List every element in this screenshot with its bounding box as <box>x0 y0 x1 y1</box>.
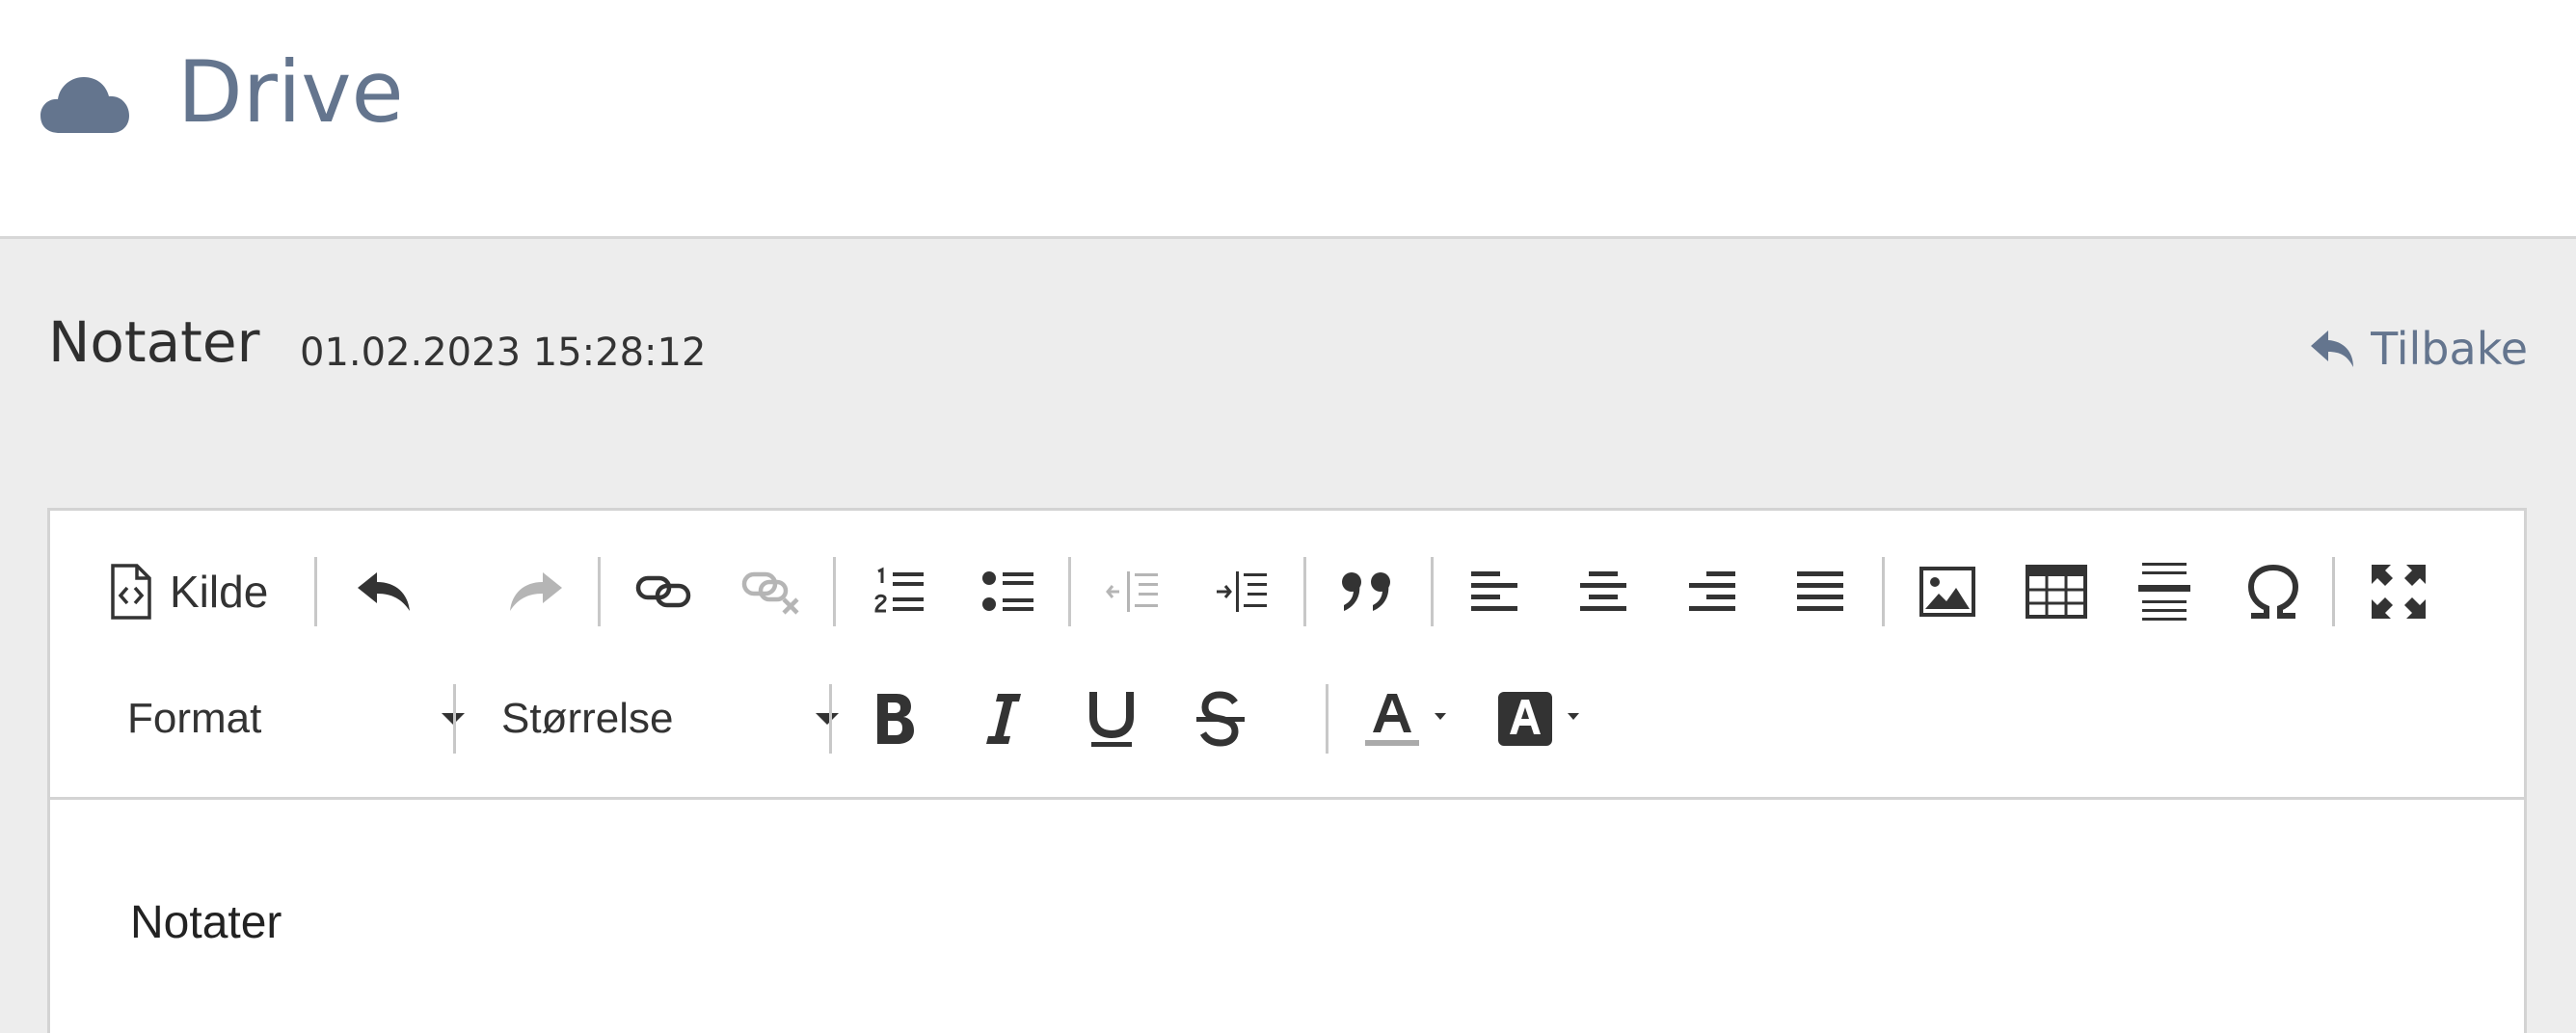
special-char-button[interactable] <box>2239 557 2308 626</box>
app-title: Drive <box>177 42 404 142</box>
italic-button[interactable] <box>969 684 1038 754</box>
format-label: Format <box>127 695 262 742</box>
horizontal-line-icon <box>2138 563 2190 621</box>
bulleted-list-icon <box>982 571 1033 611</box>
image-icon <box>1919 567 1975 617</box>
bold-button[interactable] <box>860 684 929 754</box>
toolbar-separator <box>1068 557 1071 626</box>
bold-icon <box>877 694 914 744</box>
back-link[interactable]: Tilbake <box>2309 322 2528 376</box>
undo-icon <box>358 572 410 611</box>
toolbar-separator <box>829 684 832 754</box>
app-header: Drive <box>0 0 2576 239</box>
image-button[interactable] <box>1913 557 1982 626</box>
outdent-button[interactable] <box>1098 557 1167 626</box>
unlink-button[interactable] <box>737 557 806 626</box>
unlink-icon <box>741 571 799 615</box>
editor-content[interactable]: Notater <box>130 896 282 949</box>
source-label: Kilde <box>170 567 269 617</box>
note-timestamp: 01.02.2023 15:28:12 <box>300 331 707 375</box>
toolbar-separator <box>314 557 317 626</box>
editor-toolbar: Kilde Format Størrelse <box>50 511 2524 800</box>
note-title: Notater <box>48 309 260 375</box>
chevron-down-icon <box>816 713 839 725</box>
maximize-button[interactable] <box>2364 557 2433 626</box>
align-center-button[interactable] <box>1569 557 1638 626</box>
align-left-button[interactable] <box>1460 557 1529 626</box>
strikethrough-button[interactable] <box>1186 684 1255 754</box>
bulleted-list-button[interactable] <box>974 557 1043 626</box>
numbered-list-icon <box>874 567 924 613</box>
back-label: Tilbake <box>2371 323 2528 375</box>
toolbar-separator <box>1326 684 1328 754</box>
table-button[interactable] <box>2022 557 2091 626</box>
align-left-icon <box>1471 571 1517 611</box>
blockquote-icon <box>1342 572 1390 611</box>
toolbar-separator <box>833 557 836 626</box>
justify-icon <box>1797 571 1843 611</box>
underline-icon <box>1089 692 1134 747</box>
source-icon <box>111 564 151 620</box>
background-color-icon <box>1498 692 1579 746</box>
size-label: Størrelse <box>501 695 674 742</box>
align-center-icon <box>1580 571 1626 611</box>
format-dropdown[interactable]: Format <box>127 684 474 754</box>
rich-text-editor: Kilde Format Størrelse Notater <box>47 508 2527 1033</box>
horizontal-line-button[interactable] <box>2130 557 2199 626</box>
toolbar-separator <box>2332 557 2335 626</box>
italic-icon <box>986 694 1021 744</box>
special-char-icon <box>2247 564 2299 619</box>
justify-button[interactable] <box>1785 557 1855 626</box>
cloud-icon <box>40 77 129 133</box>
align-right-button[interactable] <box>1677 557 1747 626</box>
align-right-icon <box>1689 571 1735 611</box>
toolbar-separator <box>1303 557 1306 626</box>
background-color-button[interactable] <box>1492 684 1597 754</box>
toolbar-separator <box>1882 557 1885 626</box>
toolbar-separator <box>453 684 456 754</box>
blockquote-button[interactable] <box>1334 557 1404 626</box>
source-button[interactable]: Kilde <box>110 557 268 626</box>
indent-icon <box>1217 571 1267 612</box>
indent-button[interactable] <box>1207 557 1276 626</box>
numbered-list-button[interactable] <box>865 557 934 626</box>
redo-button[interactable] <box>501 557 571 626</box>
table-icon <box>2026 565 2087 619</box>
text-color-icon <box>1365 694 1446 746</box>
outdent-icon <box>1106 571 1158 612</box>
underline-button[interactable] <box>1077 684 1146 754</box>
strikethrough-icon <box>1196 691 1245 747</box>
size-dropdown[interactable]: Størrelse <box>501 684 848 754</box>
link-button[interactable] <box>629 557 698 626</box>
text-color-button[interactable] <box>1357 684 1462 754</box>
redo-icon <box>510 572 562 611</box>
toolbar-separator <box>1431 557 1434 626</box>
maximize-icon <box>2372 565 2426 619</box>
link-icon <box>635 575 691 608</box>
reply-arrow-icon <box>2311 331 2354 367</box>
undo-button[interactable] <box>349 557 418 626</box>
toolbar-separator <box>598 557 601 626</box>
